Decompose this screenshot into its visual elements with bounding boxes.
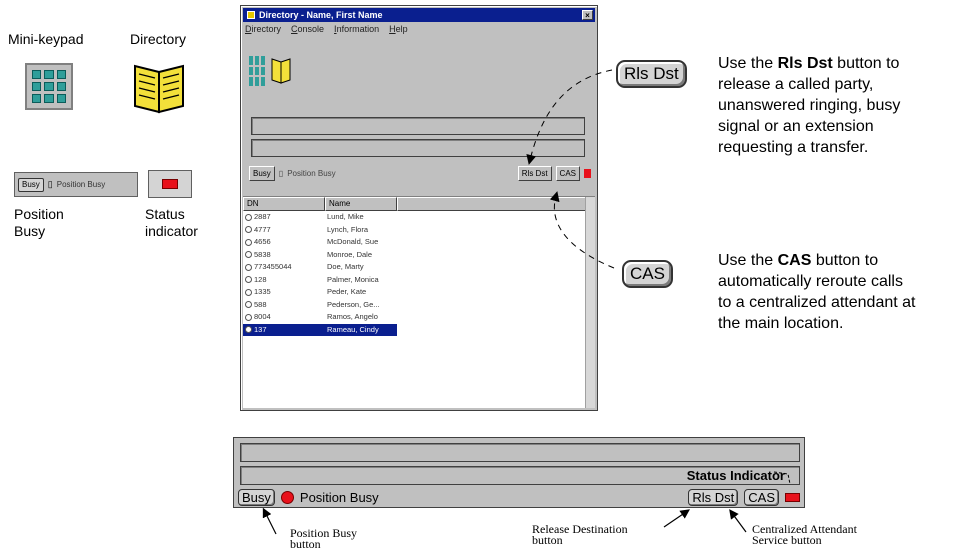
bottom-callout-arrows bbox=[262, 507, 747, 535]
position-busy-callout: Position Busy button bbox=[290, 526, 358, 551]
release-destination-callout: Release Destination button bbox=[532, 522, 628, 547]
centralized-attendant-callout: Centralized Attendant Service button bbox=[752, 522, 857, 547]
